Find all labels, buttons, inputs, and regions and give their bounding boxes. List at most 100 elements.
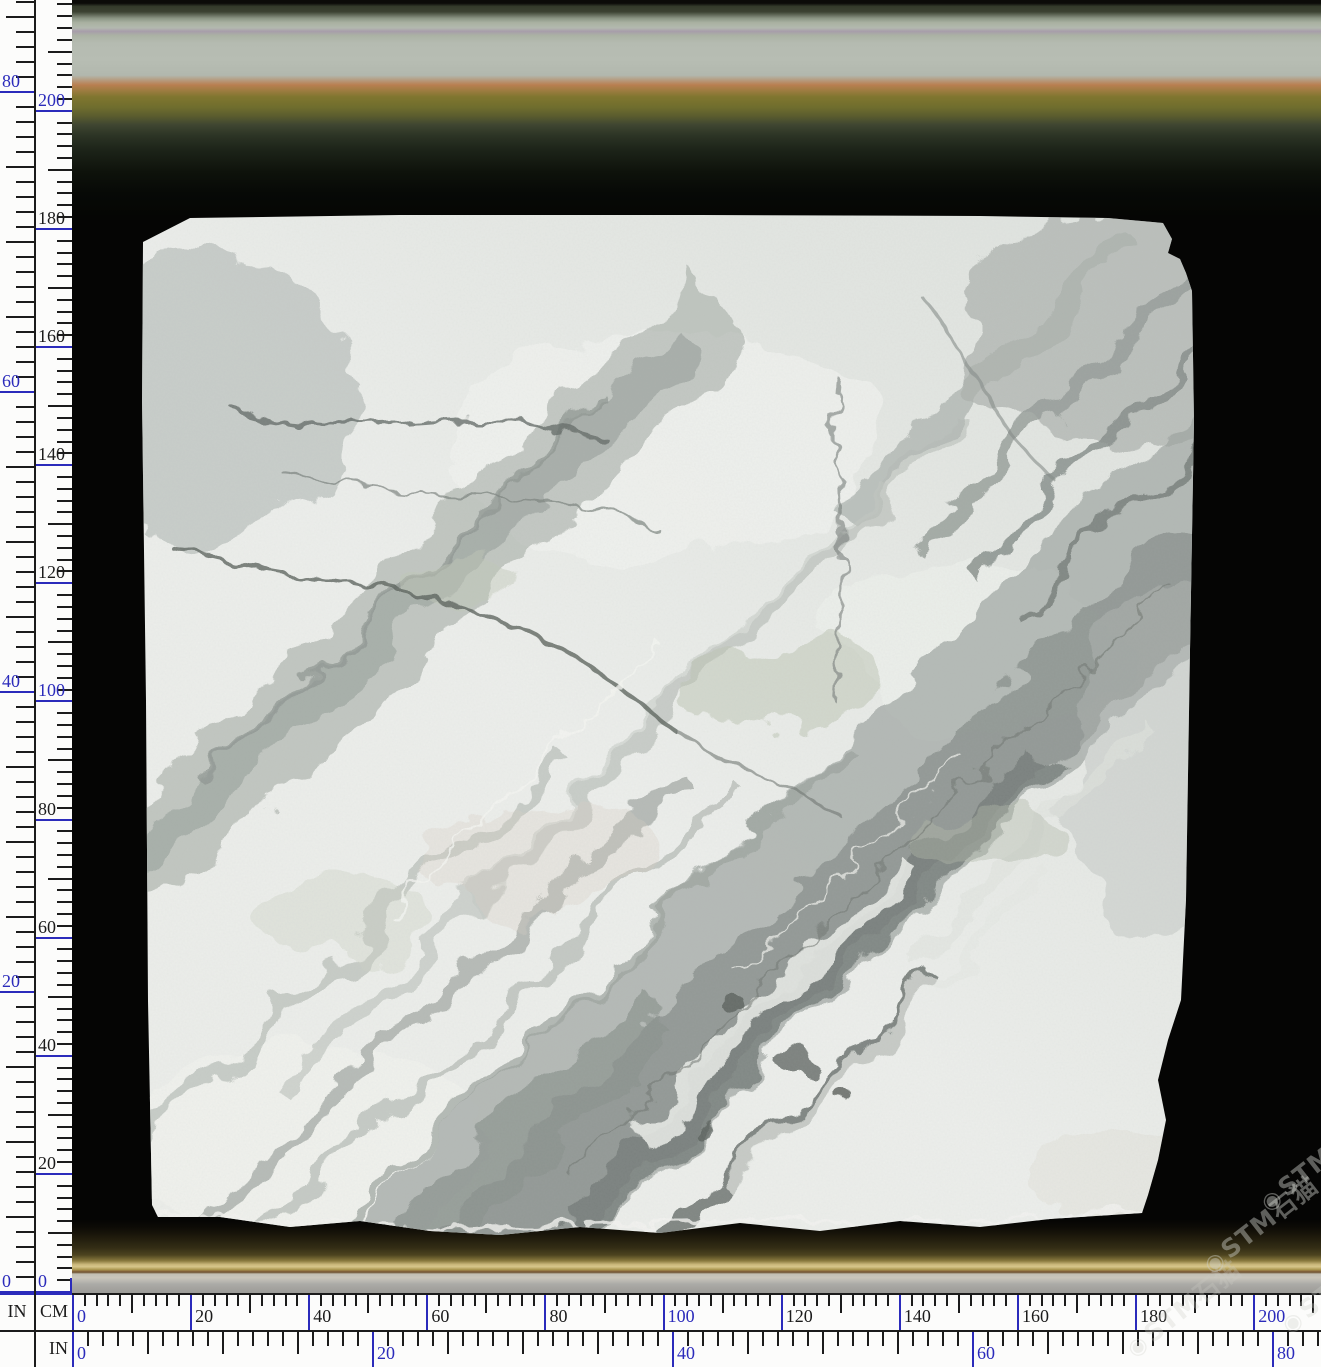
tick xyxy=(912,1332,914,1346)
tick xyxy=(16,961,36,963)
tick xyxy=(57,1197,72,1199)
tick xyxy=(552,1332,554,1346)
tick xyxy=(16,496,36,498)
tick xyxy=(485,1295,487,1313)
tick xyxy=(415,1295,417,1306)
tick xyxy=(16,706,36,708)
tick xyxy=(57,488,72,490)
tick xyxy=(237,1295,239,1306)
major-gridline xyxy=(72,1293,74,1330)
tick xyxy=(57,322,72,324)
tick xyxy=(837,1332,839,1346)
tick xyxy=(6,766,36,768)
tick xyxy=(16,361,36,363)
tick xyxy=(16,571,36,573)
tick xyxy=(57,653,72,655)
tick xyxy=(57,830,72,832)
tick xyxy=(710,1295,712,1306)
major-gridline xyxy=(36,819,72,821)
tick xyxy=(57,3,72,5)
tick xyxy=(582,1332,584,1346)
tick xyxy=(96,1295,98,1306)
tick xyxy=(57,370,72,372)
tick xyxy=(57,311,72,313)
tick xyxy=(477,1332,479,1346)
tick xyxy=(16,1036,36,1038)
tick xyxy=(16,106,36,108)
tick xyxy=(296,1295,298,1306)
tick xyxy=(922,1295,924,1306)
tick xyxy=(897,1332,899,1354)
tick xyxy=(875,1295,877,1306)
tick xyxy=(1047,1332,1049,1354)
tick xyxy=(57,630,72,632)
ruler-label: 80 xyxy=(549,1306,567,1326)
tick xyxy=(57,1019,72,1021)
tick xyxy=(1171,1295,1173,1306)
ruler-label: 180 xyxy=(38,208,65,228)
ruler-label: 60 xyxy=(977,1343,995,1363)
tick xyxy=(16,61,36,63)
tick xyxy=(777,1332,779,1346)
tick xyxy=(16,1126,36,1128)
tick xyxy=(57,771,72,773)
tick xyxy=(1241,1295,1243,1306)
tick xyxy=(16,121,36,123)
tick xyxy=(16,1276,36,1278)
tick xyxy=(57,1149,72,1151)
tick xyxy=(1317,1332,1319,1346)
tick xyxy=(1107,1332,1109,1346)
major-gridline xyxy=(663,1293,665,1330)
tick xyxy=(1017,1332,1019,1346)
tick xyxy=(57,854,72,856)
tick xyxy=(462,1332,464,1346)
tick xyxy=(556,1295,558,1306)
tick xyxy=(402,1332,404,1346)
tick xyxy=(57,1090,72,1092)
tick xyxy=(57,192,72,194)
tick xyxy=(16,1006,36,1008)
tick xyxy=(57,63,72,65)
tick xyxy=(639,1295,641,1306)
tick xyxy=(57,665,72,667)
ruler-label: 80 xyxy=(2,71,20,91)
major-gridline xyxy=(372,1330,374,1367)
ruler-label: 140 xyxy=(904,1306,931,1326)
tick xyxy=(57,393,72,395)
tick xyxy=(887,1295,889,1306)
slab-scan-viewport: ◉STM石猫 ◉STM石猫 ◉STM石猫 ◉STM石猫 020406080 02… xyxy=(0,0,1321,1367)
major-gridline xyxy=(0,391,36,393)
tick xyxy=(57,1256,72,1258)
tick xyxy=(16,856,36,858)
tick xyxy=(816,1295,818,1306)
major-gridline xyxy=(36,937,72,939)
tick xyxy=(57,866,72,868)
ruler-label: 20 xyxy=(2,971,20,991)
tick xyxy=(762,1332,764,1346)
tick xyxy=(297,1332,299,1354)
tick xyxy=(533,1295,535,1306)
tick xyxy=(16,811,36,813)
tick xyxy=(993,1295,995,1306)
tick xyxy=(432,1332,434,1346)
tick xyxy=(57,736,72,738)
tick xyxy=(327,1332,329,1346)
tick xyxy=(957,1332,959,1346)
ruler-label: 0 xyxy=(77,1343,86,1363)
tick xyxy=(16,196,36,198)
vertical-ruler-cm: 020406080100120140160180200 xyxy=(36,0,72,1293)
tick xyxy=(1265,1295,1267,1306)
tick xyxy=(57,594,72,596)
tick xyxy=(16,736,36,738)
tick xyxy=(417,1332,419,1346)
ruler-label: 20 xyxy=(195,1306,213,1326)
tick xyxy=(686,1295,688,1306)
major-gridline xyxy=(544,1293,546,1330)
tick xyxy=(16,1096,36,1098)
tick xyxy=(214,1295,216,1306)
tick xyxy=(16,421,36,423)
tick xyxy=(16,1156,36,1158)
tick xyxy=(16,1081,36,1083)
tick xyxy=(507,1332,509,1346)
tick xyxy=(16,646,36,648)
